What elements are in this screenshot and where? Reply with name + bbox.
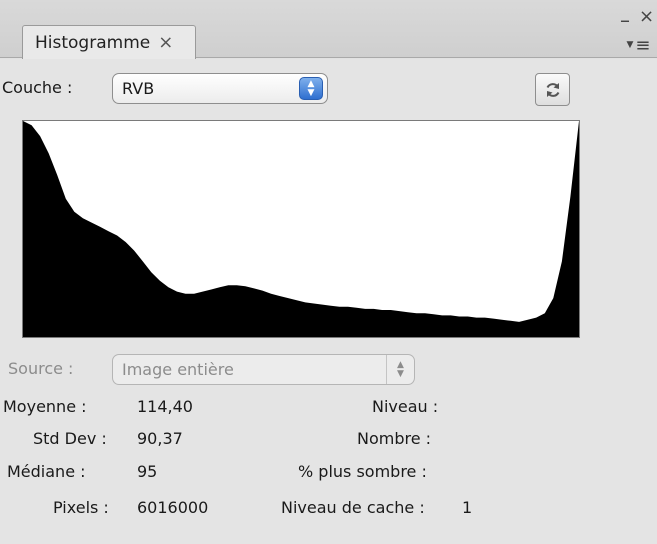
minimize-icon[interactable]: – <box>620 10 630 30</box>
panel-content: Couche : RVB ▲ ▼ Source : Image entière ▲… <box>0 59 657 544</box>
panel-menu-icon: ≡ <box>635 34 651 56</box>
stddev-label: Std Dev : <box>33 429 107 448</box>
stddev-value: 90,37 <box>137 429 183 448</box>
histogram-graph <box>22 120 580 338</box>
triangle-down-icon: ▼ <box>626 40 634 50</box>
channel-select-value: RVB <box>122 79 155 98</box>
refresh-icon <box>546 82 559 97</box>
channel-label: Couche : <box>2 78 73 97</box>
median-value: 95 <box>137 462 158 481</box>
percentile-label: % plus sombre : <box>298 462 427 481</box>
median-label: Médiane : <box>7 462 86 481</box>
pixels-value: 6016000 <box>137 498 209 517</box>
source-select-value: Image entière <box>122 360 234 379</box>
level-label: Niveau : <box>372 397 439 416</box>
histogram-plot <box>23 121 579 337</box>
refresh-button[interactable] <box>535 73 570 106</box>
cache-level-value: 1 <box>462 498 473 517</box>
close-icon[interactable]: × <box>639 8 654 26</box>
pixels-label: Pixels : <box>53 498 109 517</box>
tab-histogram[interactable]: Histogramme × <box>22 25 196 59</box>
histogram-area <box>23 121 579 337</box>
count-label: Nombre : <box>357 429 432 448</box>
mean-value: 114,40 <box>137 397 193 416</box>
tab-title: Histogramme <box>35 32 151 53</box>
mean-label: Moyenne : <box>3 397 87 416</box>
select-arrows-icon: ▲ ▼ <box>386 355 414 384</box>
source-select[interactable]: Image entière ▲ ▼ <box>112 354 415 385</box>
panel-menu-button[interactable]: ▼ ≡ <box>620 32 657 58</box>
tab-close-icon[interactable]: × <box>158 33 173 52</box>
histogram-panel: Histogramme × – × ▼ ≡ Couche : RVB ▲ ▼ S… <box>0 0 657 544</box>
cache-level-label: Niveau de cache : <box>281 498 425 517</box>
panel-tab-strip: Histogramme × – × ▼ ≡ <box>0 0 657 59</box>
source-label: Source : <box>8 359 74 378</box>
select-arrows-icon: ▲ ▼ <box>299 77 323 100</box>
channel-select[interactable]: RVB ▲ ▼ <box>112 73 328 104</box>
